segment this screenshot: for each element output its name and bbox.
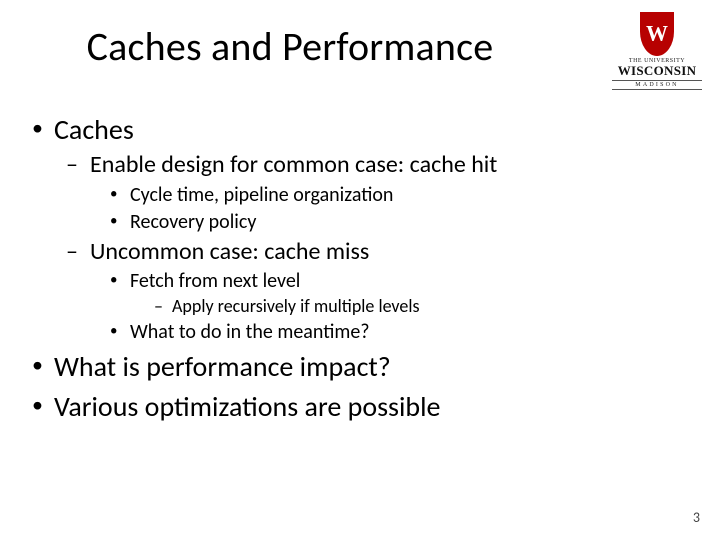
slide: Caches and Performance THE UNIVERSITY WI… xyxy=(0,0,720,540)
bullet-text: Apply recursively if multiple levels xyxy=(172,295,420,317)
bullet-apply-recursively: Apply recursively if multiple levels xyxy=(130,295,692,318)
slide-body: Caches Enable design for common case: ca… xyxy=(28,112,692,428)
logo-line-madison: MADISON xyxy=(612,80,702,90)
bullet-meantime: What to do in the meantime? xyxy=(90,320,692,345)
slide-title: Caches and Performance xyxy=(0,22,580,71)
bullet-text: Fetch from next level xyxy=(130,269,300,293)
bullet-uncommon-case: Uncommon case: cache miss Fetch from nex… xyxy=(54,237,692,345)
bullet-common-case: Enable design for common case: cache hit… xyxy=(54,150,692,235)
university-logo: THE UNIVERSITY WISCONSIN MADISON xyxy=(612,12,702,90)
page-number: 3 xyxy=(693,509,700,526)
bullet-text: Recovery policy xyxy=(130,210,256,234)
bullet-text: Various optimizations are possible xyxy=(54,389,440,424)
bullet-text: Uncommon case: cache miss xyxy=(90,237,369,266)
bullet-text: What to do in the meantime? xyxy=(130,320,370,344)
crest-icon xyxy=(640,12,674,56)
bullet-fetch-next-level: Fetch from next level Apply recursively … xyxy=(90,269,692,318)
bullet-performance-impact: What is performance impact? xyxy=(28,349,692,385)
bullet-recovery-policy: Recovery policy xyxy=(90,210,692,235)
bullet-text: Enable design for common case: cache hit xyxy=(90,150,497,179)
bullet-caches: Caches Enable design for common case: ca… xyxy=(28,112,692,345)
bullet-optimizations: Various optimizations are possible xyxy=(28,389,692,425)
bullet-text: Caches xyxy=(54,112,134,147)
bullet-text: What is performance impact? xyxy=(54,349,391,384)
logo-line-wisconsin: WISCONSIN xyxy=(612,64,702,78)
bullet-text: Cycle time, pipeline organization xyxy=(130,183,393,207)
bullet-cycle-time: Cycle time, pipeline organization xyxy=(90,183,692,208)
